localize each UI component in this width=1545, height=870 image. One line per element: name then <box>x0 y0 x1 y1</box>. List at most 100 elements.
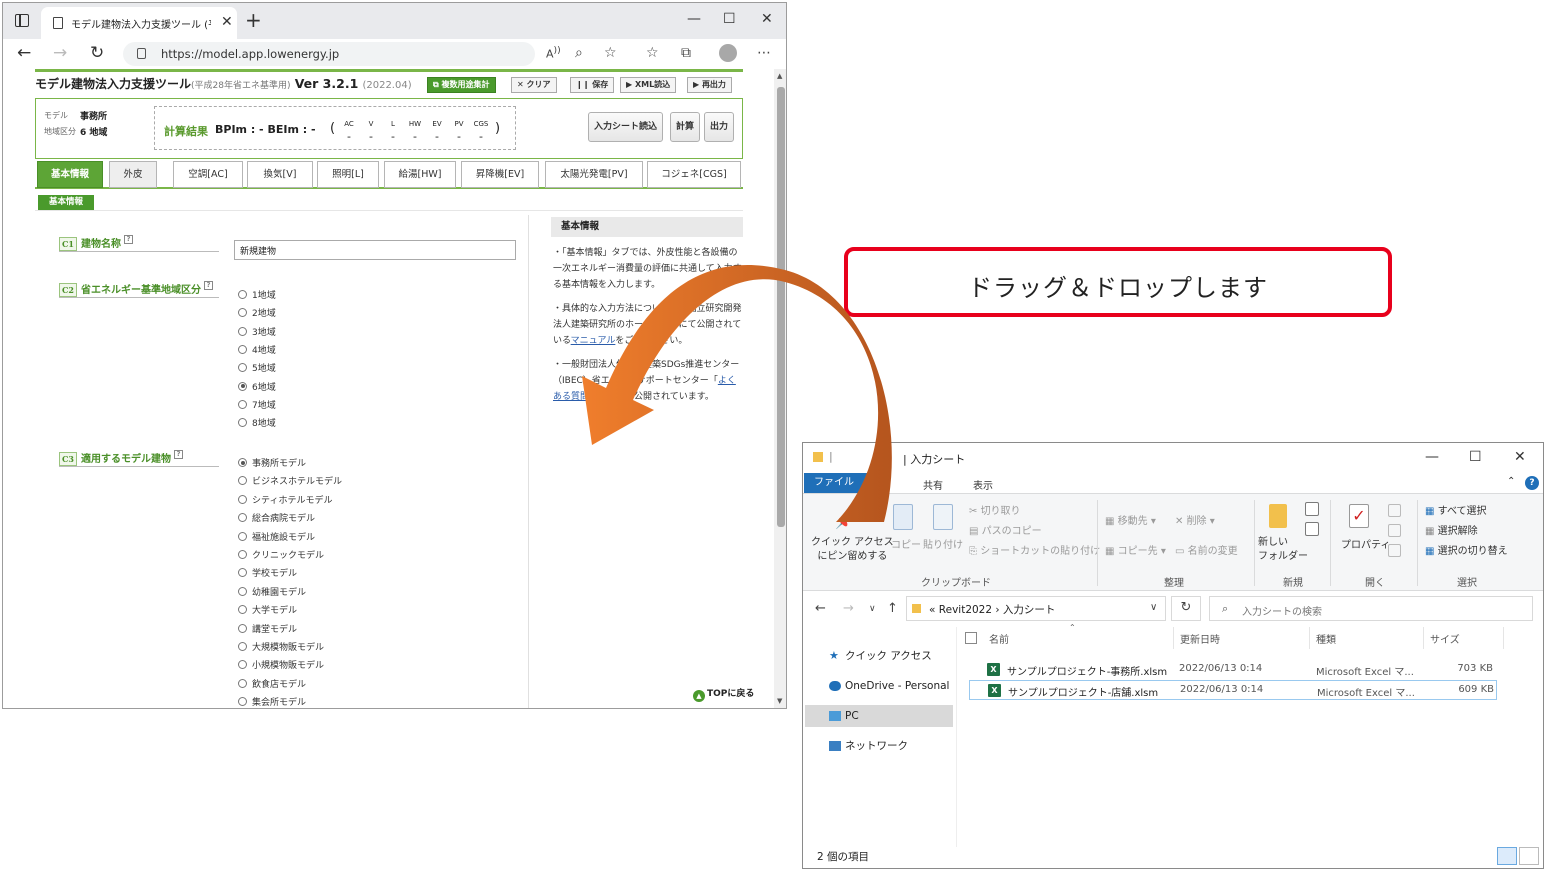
up-folder-icon[interactable]: ↑ <box>887 601 898 616</box>
radio-button[interactable] <box>238 290 247 299</box>
model-option[interactable]: 飲食店モデル <box>238 677 306 690</box>
move-to-button[interactable]: ▦ 移動先 ▾ <box>1105 512 1156 527</box>
paste-button[interactable]: 貼り付け <box>923 536 963 551</box>
column-separator[interactable] <box>1309 627 1310 649</box>
calculate-button[interactable]: 計算 <box>670 112 701 142</box>
tab-ventilation[interactable]: 換気[V] <box>247 161 313 188</box>
profile-avatar[interactable] <box>719 44 737 62</box>
radio-button[interactable] <box>238 381 247 391</box>
model-option[interactable]: 事務所モデル <box>238 456 306 469</box>
select-all-checkbox[interactable] <box>965 632 977 644</box>
model-option[interactable]: ビジネスホテルモデル <box>238 474 342 487</box>
region-option[interactable]: 2地域 <box>238 306 276 319</box>
tab-elevator[interactable]: 昇降機[EV] <box>461 161 539 188</box>
file-row[interactable]: X サンプルプロジェクト-事務所.xlsm 2022/06/13 0:14 Mi… <box>969 660 1497 680</box>
column-header-name[interactable]: 名前 <box>989 631 1009 646</box>
radio-button[interactable] <box>238 642 247 651</box>
explorer-minimize-icon[interactable]: — <box>1425 449 1439 465</box>
scroll-up-icon[interactable]: ▲ <box>777 72 782 80</box>
multi-use-total-button[interactable]: ⧉ 複数用途集計 <box>427 77 496 93</box>
radio-button[interactable] <box>238 531 247 541</box>
forward-icon[interactable]: → <box>53 43 67 63</box>
region-option[interactable]: 8地域 <box>238 416 276 429</box>
model-option[interactable]: 小規模物販モデル <box>238 658 324 671</box>
browser-tab[interactable]: モデル建物法入力支援ツール (平成… ✕ <box>41 7 237 39</box>
model-option[interactable]: シティホテルモデル <box>238 493 332 506</box>
pin-quick-access-button[interactable]: クイック アクセス にピン留めする <box>811 536 894 564</box>
more-icon[interactable]: ⋯ <box>757 45 771 61</box>
column-separator[interactable] <box>1423 627 1424 649</box>
scroll-thumb[interactable] <box>777 87 785 527</box>
manual-link[interactable]: マニュアル <box>571 336 616 346</box>
refresh-icon[interactable]: ↻ <box>90 43 104 63</box>
tab-hot-water[interactable]: 給湯[HW] <box>384 161 456 188</box>
select-none-button[interactable]: ▦ 選択解除 <box>1425 522 1478 537</box>
radio-button[interactable] <box>238 399 247 409</box>
copy-button[interactable]: コピー <box>891 536 921 551</box>
read-aloud-icon[interactable]: A)) <box>546 45 561 61</box>
large-icons-view-icon[interactable] <box>1519 847 1539 865</box>
building-name-input[interactable] <box>234 240 516 260</box>
rename-button[interactable]: ▭ 名前の変更 <box>1175 542 1238 557</box>
recent-locations-icon[interactable]: ∨ <box>869 604 876 614</box>
radio-button[interactable] <box>238 494 247 504</box>
help-icon[interactable]: ? <box>124 235 133 244</box>
region-option[interactable]: 6地域 <box>238 380 276 393</box>
explorer-close-icon[interactable]: ✕ <box>1514 449 1526 465</box>
explorer-forward-icon[interactable]: → <box>843 601 854 616</box>
region-option[interactable]: 1地域 <box>238 288 276 301</box>
zoom-icon[interactable]: ⌕ <box>575 45 583 61</box>
radio-button[interactable] <box>238 605 247 615</box>
model-option[interactable]: 学校モデル <box>238 566 297 579</box>
new-folder-button[interactable]: 新しい フォルダー <box>1258 536 1308 564</box>
column-header-date[interactable]: 更新日時 <box>1180 631 1220 646</box>
ribbon-tab-share[interactable]: 共有 <box>923 477 943 492</box>
model-option[interactable]: 集会所モデル <box>238 695 306 708</box>
explorer-search-input[interactable]: ⌕ 入力シートの検索 <box>1209 596 1533 621</box>
radio-button[interactable] <box>238 678 247 688</box>
nav-item-onedrive[interactable]: OneDrive - Personal <box>805 675 953 697</box>
help-icon[interactable]: ? <box>204 281 213 290</box>
explorer-back-icon[interactable]: ← <box>815 601 826 616</box>
properties-button[interactable]: プロパティ <box>1341 536 1390 551</box>
tab-basic-info[interactable]: 基本情報 <box>37 161 103 188</box>
save-button[interactable]: ❙❙ 保存 <box>570 77 615 93</box>
details-view-icon[interactable] <box>1497 847 1517 865</box>
radio-button[interactable] <box>238 363 247 373</box>
column-header-type[interactable]: 種類 <box>1316 631 1336 646</box>
history-icon[interactable] <box>1388 544 1401 557</box>
tab-ac[interactable]: 空調[AC] <box>173 161 243 188</box>
column-separator[interactable] <box>1173 627 1174 649</box>
region-option[interactable]: 4地域 <box>238 343 276 356</box>
edit-icon[interactable] <box>1388 524 1401 537</box>
tab-actions-icon[interactable] <box>15 14 29 27</box>
ribbon-tab-file[interactable]: ファイル <box>804 473 886 493</box>
model-option[interactable]: 総合病院モデル <box>238 511 315 524</box>
collections-icon[interactable]: ⧉ <box>681 45 691 61</box>
model-option[interactable]: 大学モデル <box>238 603 297 616</box>
region-option[interactable]: 5地域 <box>238 361 276 374</box>
column-separator[interactable] <box>1503 627 1504 649</box>
radio-button[interactable] <box>238 623 247 633</box>
new-tab-icon[interactable]: + <box>245 8 262 32</box>
select-all-button[interactable]: ▦ すべて選択 <box>1425 502 1487 517</box>
radio-button[interactable] <box>238 568 247 578</box>
re-output-button[interactable]: ▶ 再出力 <box>687 77 732 93</box>
tab-cogeneration[interactable]: コジェネ[CGS] <box>647 161 741 188</box>
favorite-add-icon[interactable]: ☆ <box>604 45 617 61</box>
invert-selection-button[interactable]: ▦ 選択の切り替え <box>1425 542 1508 557</box>
radio-button[interactable] <box>238 476 247 486</box>
radio-button[interactable] <box>238 660 247 670</box>
breadcrumb-revit2022[interactable]: Revit2022 <box>939 604 992 616</box>
radio-button[interactable] <box>238 550 247 559</box>
url-field[interactable]: https://model.app.lowenergy.jp <box>123 42 535 66</box>
maximize-icon[interactable]: ☐ <box>723 11 736 27</box>
output-button[interactable]: 出力 <box>704 112 735 142</box>
page-scrollbar[interactable]: ▲ ▼ <box>774 69 786 708</box>
region-option[interactable]: 7地域 <box>238 398 276 411</box>
file-row-selected[interactable]: X サンプルプロジェクト-店舗.xlsm 2022/06/13 0:14 Mic… <box>969 680 1497 700</box>
tab-envelope[interactable]: 外皮 <box>109 161 157 188</box>
explorer-path-field[interactable]: « Revit2022 › 入力シート ∨ <box>906 596 1166 621</box>
radio-button[interactable] <box>238 344 247 354</box>
paste-shortcut-button[interactable]: ⎘ ショートカットの貼り付け <box>969 542 1100 557</box>
